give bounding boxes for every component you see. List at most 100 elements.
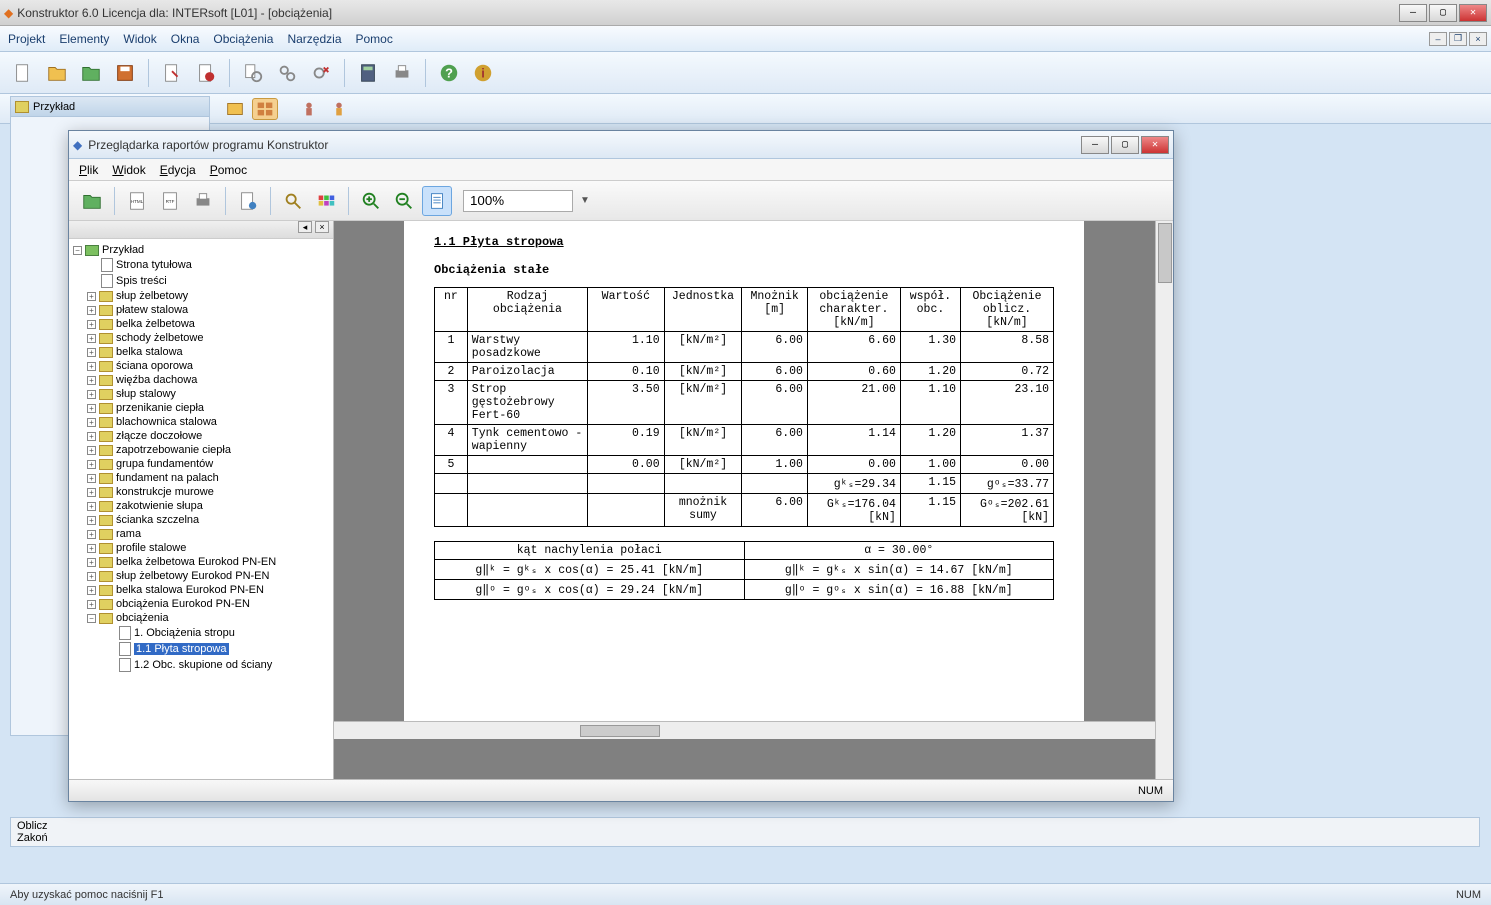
zoom-dropdown-icon[interactable]: ▼ [580,195,590,206]
view-list-icon[interactable] [222,98,248,120]
gears-icon[interactable] [272,58,302,88]
tree-node[interactable]: +blachownica stalowa [73,415,329,429]
tree-node[interactable]: +złącze doczołowe [73,429,329,443]
calculator-icon[interactable] [353,58,383,88]
expand-icon[interactable]: + [87,544,96,553]
find-icon[interactable] [278,186,308,216]
open-folder-icon[interactable] [42,58,72,88]
expand-icon[interactable]: + [87,446,96,455]
tree-node[interactable]: +rama [73,527,329,541]
color-tiles-icon[interactable] [311,186,341,216]
tree-node[interactable]: +schody żelbetowe [73,331,329,345]
expand-icon[interactable]: + [87,460,96,469]
tree-node[interactable]: +belka żelbetowa [73,317,329,331]
menu-pomoc[interactable]: Pomoc [356,32,393,46]
tree-node[interactable]: +konstrukcje murowe [73,485,329,499]
expand-icon[interactable]: + [87,558,96,567]
menu-widok[interactable]: Widok [112,163,145,177]
menu-narzedzia[interactable]: Narzędzia [287,32,341,46]
tree-node[interactable]: +fundament na palach [73,471,329,485]
gear-page-icon[interactable] [238,58,268,88]
tree-node[interactable]: +więźba dachowa [73,373,329,387]
minimize-button[interactable]: — [1399,4,1427,22]
expand-icon[interactable]: + [87,572,96,581]
expand-icon[interactable]: + [87,586,96,595]
mdi-restore-button[interactable]: ❐ [1449,32,1467,46]
figure1-icon[interactable] [296,98,322,120]
mdi-minimize-button[interactable]: – [1429,32,1447,46]
print-icon[interactable] [188,186,218,216]
expand-icon[interactable]: + [87,334,96,343]
page-setup-icon[interactable] [233,186,263,216]
gear-remove-icon[interactable] [306,58,336,88]
tree-node[interactable]: +słup żelbetowy [73,289,329,303]
report-tree[interactable]: −PrzykładStrona tytułowaSpis treści+słup… [69,239,333,779]
expand-icon[interactable]: + [87,502,96,511]
info-icon[interactable]: i [468,58,498,88]
report-minimize-button[interactable]: — [1081,136,1109,154]
tree-node[interactable]: +grupa fundamentów [73,457,329,471]
menu-elementy[interactable]: Elementy [59,32,109,46]
expand-icon[interactable]: + [87,474,96,483]
tree-node[interactable]: Strona tytułowa [73,257,329,273]
page-arrow-icon[interactable] [157,58,187,88]
zoom-input[interactable] [463,190,573,212]
tree-node[interactable]: 1.1 Płyta stropowa [73,641,329,657]
expand-icon[interactable]: − [87,614,96,623]
expand-icon[interactable]: + [87,292,96,301]
tree-node[interactable]: +słup żelbetowy Eurokod PN-EN [73,569,329,583]
tree-node[interactable]: +ściana oporowa [73,359,329,373]
expand-icon[interactable]: + [87,418,96,427]
tree-node[interactable]: +belka stalowa [73,345,329,359]
expand-icon[interactable]: + [87,362,96,371]
tree-close-button[interactable]: × [315,221,329,233]
report-close-button[interactable]: ✕ [1141,136,1169,154]
printer-icon[interactable] [387,58,417,88]
expand-icon[interactable]: − [73,246,82,255]
menu-plik[interactable]: Plik [79,163,98,177]
expand-icon[interactable]: + [87,600,96,609]
vertical-scrollbar[interactable] [1155,221,1173,779]
figure2-icon[interactable] [326,98,352,120]
tree-node[interactable]: 1. Obciążenia stropu [73,625,329,641]
menu-edycja[interactable]: Edycja [160,163,196,177]
expand-icon[interactable]: + [87,320,96,329]
report-maximize-button[interactable]: ▢ [1111,136,1139,154]
expand-icon[interactable]: + [87,306,96,315]
tree-node[interactable]: +płatew stalowa [73,303,329,317]
menu-okna[interactable]: Okna [171,32,200,46]
tree-node[interactable]: +słup stalowy [73,387,329,401]
maximize-button[interactable]: ▢ [1429,4,1457,22]
dock-root-label[interactable]: Przykład [33,101,75,113]
tree-node[interactable]: +zakotwienie słupa [73,499,329,513]
export-html-icon[interactable]: HTML [122,186,152,216]
tree-node[interactable]: +obciążenia Eurokod PN-EN [73,597,329,611]
help-icon[interactable]: ? [434,58,464,88]
expand-icon[interactable]: + [87,376,96,385]
new-document-icon[interactable] [8,58,38,88]
report-page-area[interactable]: 1.1 Płyta stropowa Obciążenia stałe nr R… [334,221,1155,779]
close-button[interactable]: ✕ [1459,4,1487,22]
zoom-in-icon[interactable] [356,186,386,216]
expand-icon[interactable]: + [87,516,96,525]
report-titlebar[interactable]: ◆ Przeglądarka raportów programu Konstru… [69,131,1173,159]
mdi-close-button[interactable]: × [1469,32,1487,46]
expand-icon[interactable]: + [87,390,96,399]
tree-node[interactable]: +przenikanie ciepła [73,401,329,415]
expand-icon[interactable]: + [87,488,96,497]
tree-node[interactable]: Spis treści [73,273,329,289]
zoom-out-icon[interactable] [389,186,419,216]
tree-pin-button[interactable]: ◂ [298,221,312,233]
page-view-icon[interactable] [422,186,452,216]
expand-icon[interactable]: + [87,530,96,539]
expand-icon[interactable]: + [87,404,96,413]
menu-projekt[interactable]: Projekt [8,32,45,46]
tree-node[interactable]: +profile stalowe [73,541,329,555]
menu-obciazenia[interactable]: Obciążenia [213,32,273,46]
menu-widok[interactable]: Widok [123,32,156,46]
expand-icon[interactable]: + [87,432,96,441]
open-folder2-icon[interactable] [76,58,106,88]
save-icon[interactable] [110,58,140,88]
export-rtf-icon[interactable]: RTF [155,186,185,216]
tree-node[interactable]: +ścianka szczelna [73,513,329,527]
